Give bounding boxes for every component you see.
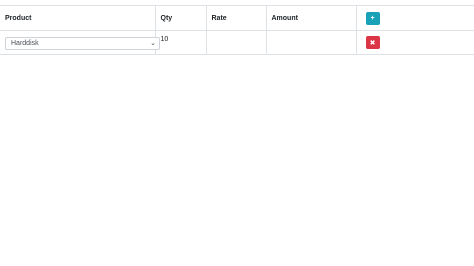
product-select-value: Harddisk [11, 40, 39, 47]
header-action: + [356, 5, 474, 31]
cell-product: Harddisk ⌄ [0, 30, 160, 55]
product-select[interactable]: Harddisk ⌄ [5, 37, 160, 50]
header-amount: Amount [266, 5, 357, 31]
header-qty: Qty [155, 5, 207, 31]
cell-amount [266, 30, 357, 55]
header-product: Product [0, 5, 156, 31]
cell-action: ✖ [356, 30, 474, 55]
product-table: Product Qty Rate Amount + Harddisk ⌄ 10 … [0, 5, 474, 55]
qty-value[interactable]: 10 [161, 36, 201, 43]
cell-rate [206, 30, 267, 55]
chevron-down-icon: ⌄ [150, 40, 156, 47]
page: Product Qty Rate Amount + Harddisk ⌄ 10 … [0, 0, 474, 266]
table-row: Harddisk ⌄ 10 ✖ [0, 30, 474, 55]
close-icon: ✖ [369, 39, 376, 47]
plus-icon: + [370, 14, 375, 22]
add-row-button[interactable]: + [365, 11, 380, 25]
header-rate: Rate [206, 5, 267, 31]
table-header-row: Product Qty Rate Amount + [0, 5, 474, 31]
cell-qty: 10 [155, 30, 207, 55]
remove-row-button[interactable]: ✖ [365, 36, 380, 49]
